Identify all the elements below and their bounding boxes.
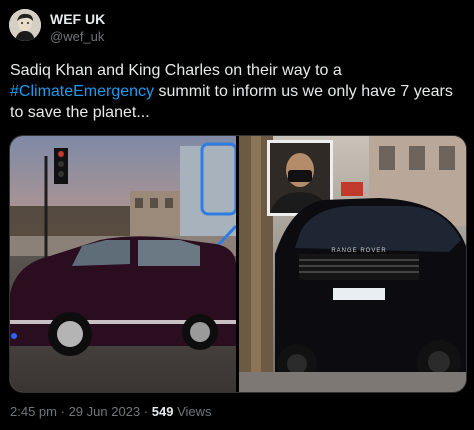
tweet-meta: 2:45 pm · 29 Jun 2023 · 549 Views — [10, 404, 212, 419]
media-photo-right[interactable]: RANGE ROVER — [239, 136, 466, 392]
tweet-time[interactable]: 2:45 pm — [10, 404, 57, 419]
avatar[interactable] — [9, 9, 41, 41]
media-photo-left[interactable] — [10, 136, 236, 392]
tweet-text-part1: Sadiq Khan and King Charles on their way… — [10, 62, 342, 79]
display-name[interactable]: WEF UK — [50, 11, 105, 27]
grille-badge-text: RANGE ROVER — [331, 248, 386, 254]
user-handle[interactable]: @wef_uk — [50, 29, 104, 44]
meta-separator: · — [60, 404, 65, 419]
meta-separator: · — [143, 404, 149, 419]
views-count: 549 — [151, 404, 174, 419]
tweet-text: Sadiq Khan and King Charles on their way… — [10, 60, 466, 123]
hashtag-link[interactable]: #ClimateEmergency — [10, 83, 154, 100]
tweet-date[interactable]: 29 Jun 2023 — [69, 404, 141, 419]
tweet-media[interactable]: RANGE ROVER — [9, 135, 467, 393]
views-label: Views — [177, 404, 212, 419]
avatar-image — [9, 9, 41, 41]
